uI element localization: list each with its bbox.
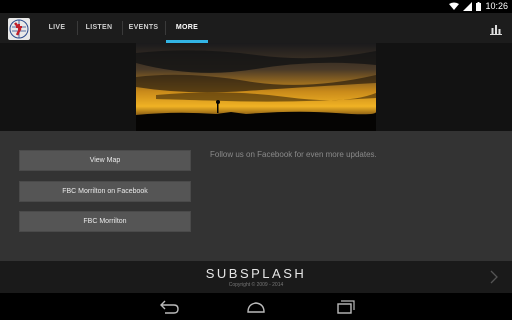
bar-chart-icon[interactable] <box>490 22 502 35</box>
copyright-text: Copyright © 2009 - 2014 <box>228 282 284 288</box>
battery-icon <box>476 2 482 11</box>
hero-banner <box>0 43 512 131</box>
tab-events[interactable]: EVENTS <box>122 13 165 43</box>
sunset-image <box>136 43 376 131</box>
home-icon[interactable] <box>244 299 268 315</box>
subsplash-brand[interactable]: SUBSPLASH <box>0 266 512 281</box>
church-logo-icon[interactable] <box>8 18 30 40</box>
system-nav-bar <box>0 293 512 320</box>
footer: SUBSPLASH Copyright © 2009 - 2014 <box>0 261 512 293</box>
wifi-icon <box>449 2 460 10</box>
signal-icon <box>463 2 473 11</box>
tab-listen[interactable]: LISTEN <box>77 13 121 43</box>
status-bar: 10:26 <box>0 0 512 13</box>
recent-apps-icon[interactable] <box>332 299 356 315</box>
follow-text: Follow us on Facebook for even more upda… <box>210 150 377 159</box>
view-map-button[interactable]: View Map <box>19 150 191 171</box>
fbc-morrilton-button[interactable]: FBC Morrilton <box>19 211 191 232</box>
action-bar: LIVE LISTEN EVENTS MORE <box>0 13 512 43</box>
chevron-right-icon[interactable] <box>490 270 498 284</box>
tab-more[interactable]: MORE <box>166 13 208 43</box>
status-icons: 10:26 <box>449 1 508 12</box>
back-icon[interactable] <box>157 299 181 315</box>
more-content: View Map FBC Morrilton on Facebook FBC M… <box>0 131 512 261</box>
tab-live[interactable]: LIVE <box>38 13 76 43</box>
status-time: 10:26 <box>485 1 508 11</box>
facebook-button[interactable]: FBC Morrilton on Facebook <box>19 181 191 202</box>
